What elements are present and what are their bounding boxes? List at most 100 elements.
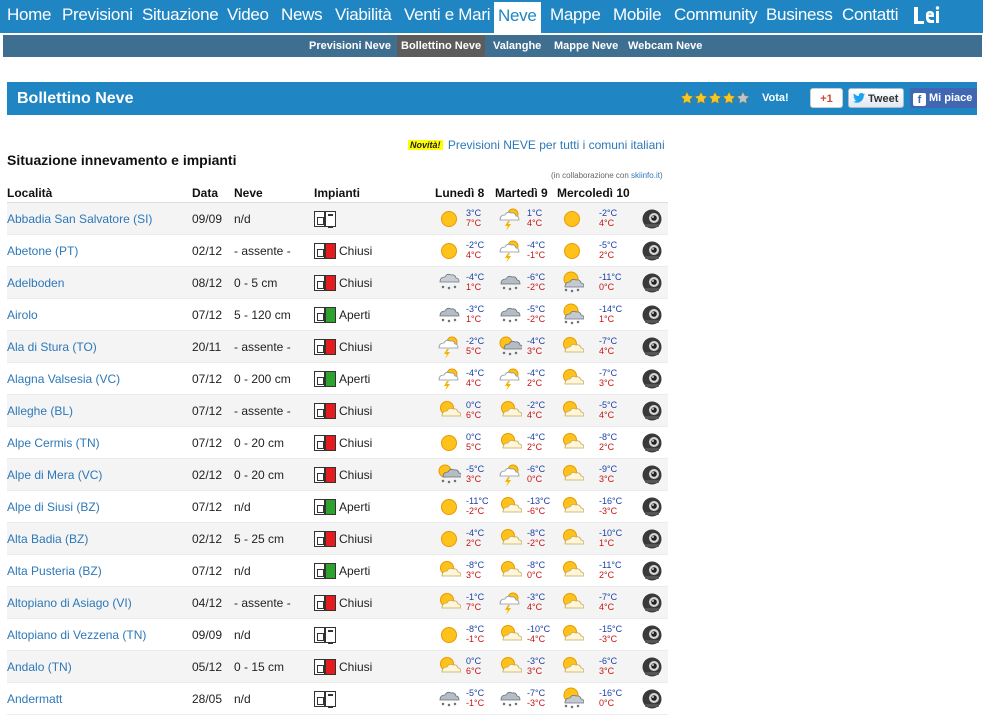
tweet-button[interactable]: Tweet	[848, 88, 904, 108]
resort-link[interactable]: Andalo (TN)	[7, 651, 72, 683]
temp-max: -1°C	[527, 250, 546, 260]
resort-link[interactable]: Altopiano di Vezzena (TN)	[7, 619, 146, 651]
webcam-icon[interactable]	[641, 240, 663, 262]
day-temperatures: -4°C 2°C	[527, 368, 545, 388]
day-temperatures: -5°C 3°C	[466, 464, 484, 484]
resort-link[interactable]: Alta Pusteria (BZ)	[7, 555, 102, 587]
snow-depth: 5 - 120 cm	[234, 308, 291, 322]
nav-item-community[interactable]: Community	[674, 0, 758, 33]
nav-item-news[interactable]: News	[281, 0, 323, 33]
webcam-icon[interactable]	[641, 304, 663, 326]
skiinfo-link[interactable]: skiinfo.it	[631, 171, 660, 180]
resort-table: Abbadia San Salvatore (SI) 09/09 n/d 3°C 7°C…	[7, 203, 668, 715]
day-temperatures: -8°C 3°C	[466, 560, 484, 580]
resort-link[interactable]: Ala di Stura (TO)	[7, 331, 97, 363]
rating-stars[interactable]	[680, 91, 750, 107]
lifts-status: Chiusi	[314, 235, 372, 267]
webcam-icon[interactable]	[641, 496, 663, 518]
star-filled-icon[interactable]	[708, 91, 722, 105]
table-row: Andermatt 28/05 n/d -5°C -1°C -7°C -3°C -16°C 0°…	[7, 683, 668, 715]
day-temperatures: -10°C 1°C	[599, 528, 622, 548]
subnav-item-valanghe[interactable]: Valanghe	[489, 35, 545, 57]
snow-depth: - assente -	[234, 404, 291, 418]
resort-link[interactable]: Airolo	[7, 299, 38, 331]
temp-max: 4°C	[527, 410, 543, 420]
weather-sun-icon	[564, 243, 580, 259]
temp-max: -3°C	[599, 506, 618, 516]
weather-suncloud-icon	[563, 337, 584, 353]
page-title: Bollettino Neve	[17, 90, 134, 107]
resort-link[interactable]: Alta Badia (BZ)	[7, 523, 88, 555]
webcam-icon[interactable]	[641, 272, 663, 294]
resort-link[interactable]: Abetone (PT)	[7, 235, 78, 267]
lifts-status-text: Chiusi	[339, 244, 373, 258]
subnav-item-bollettino-neve[interactable]: Bollettino Neve	[397, 35, 486, 57]
webcam-icon[interactable]	[641, 528, 663, 550]
temp-min: 0°C	[466, 400, 482, 410]
novita-link[interactable]: Novità! Previsioni NEVE per tutti i comu…	[408, 138, 665, 152]
status-unknown-icon	[325, 691, 336, 708]
facebook-like-button[interactable]: f Mi piace	[910, 88, 977, 108]
star-empty-icon[interactable]	[736, 91, 750, 105]
lifts-status	[314, 683, 339, 715]
webcam-icon[interactable]	[641, 368, 663, 390]
weather-suncloud-icon	[563, 657, 584, 673]
resort-link[interactable]: Alpe Cermis (TN)	[7, 427, 100, 459]
star-filled-icon[interactable]	[722, 91, 736, 105]
weather-suncloud-icon	[563, 401, 584, 417]
webcam-icon[interactable]	[641, 400, 663, 422]
webcam-icon[interactable]	[641, 560, 663, 582]
nav-item-business[interactable]: Business	[766, 0, 833, 33]
nav-item-previsioni[interactable]: Previsioni	[62, 0, 133, 33]
snow-depth: - assente -	[234, 340, 291, 354]
webcam-icon[interactable]	[641, 336, 663, 358]
table-row: Andalo (TN) 05/12 0 - 15 cm Chiusi 0°C 6°C -3°…	[7, 651, 668, 683]
weather-sun-icon	[564, 211, 580, 227]
google-plus-button[interactable]: +1	[810, 88, 843, 108]
webcam-icon[interactable]	[641, 688, 663, 710]
webcam-icon[interactable]	[641, 464, 663, 486]
table-row: Altopiano di Vezzena (TN) 09/09 n/d -8°C -1°…	[7, 619, 668, 651]
resort-link[interactable]: Adelboden	[7, 267, 64, 299]
nav-item-contatti[interactable]: Contatti	[842, 0, 898, 33]
temp-max: 3°C	[599, 474, 615, 484]
status-unknown-icon	[325, 627, 336, 644]
subnav-item-previsioni-neve[interactable]: Previsioni Neve	[305, 35, 395, 57]
webcam-icon[interactable]	[641, 624, 663, 646]
webcam-icon[interactable]	[641, 592, 663, 614]
brand-logo-icon[interactable]	[910, 4, 942, 26]
nav-item-neve[interactable]: Neve	[492, 0, 543, 33]
star-filled-icon[interactable]	[694, 91, 708, 105]
header-day3: Mercoledì 10	[557, 186, 630, 200]
vote-label[interactable]: Vota!	[762, 92, 789, 104]
webcam-icon[interactable]	[641, 432, 663, 454]
report-date: 07/12	[192, 308, 223, 322]
nav-item-video[interactable]: Video	[227, 0, 269, 33]
resort-link[interactable]: Alpe di Mera (VC)	[7, 459, 102, 491]
temp-max: 3°C	[466, 570, 482, 580]
nav-item-home[interactable]: Home	[7, 0, 51, 33]
subnav-item-webcam-neve[interactable]: Webcam Neve	[624, 35, 706, 57]
resort-link[interactable]: Alleghe (BL)	[7, 395, 73, 427]
resort-link[interactable]: Andermatt	[7, 683, 62, 715]
nav-item-situazione[interactable]: Situazione	[142, 0, 219, 33]
weather-snowcloud-icon	[439, 691, 460, 707]
resort-link[interactable]: Alpe di Siusi (BZ)	[7, 491, 100, 523]
header-localita: Località	[7, 186, 53, 200]
star-filled-icon[interactable]	[680, 91, 694, 105]
snow-forecast-link[interactable]: Previsioni NEVE per tutti i comuni itali…	[448, 138, 665, 152]
webcam-icon[interactable]	[641, 208, 663, 230]
webcam-icon[interactable]	[641, 656, 663, 678]
temp-min: 3°C	[466, 208, 482, 218]
nav-item-mappe[interactable]: Mappe	[550, 0, 601, 33]
subnav-item-mappe-neve[interactable]: Mappe Neve	[550, 35, 622, 57]
resort-link[interactable]: Abbadia San Salvatore (SI)	[7, 203, 152, 235]
nav-item-mobile[interactable]: Mobile	[613, 0, 662, 33]
nav-item-venti-e-mari[interactable]: Venti e Mari	[404, 0, 490, 33]
nav-item-viabilit-[interactable]: Viabilità	[335, 0, 392, 33]
day-temperatures: -8°C -2°C	[527, 528, 545, 548]
resort-link[interactable]: Altopiano di Asiago (VI)	[7, 587, 132, 619]
weather-suncloud-icon	[563, 593, 584, 609]
resort-link[interactable]: Alagna Valsesia (VC)	[7, 363, 120, 395]
day-temperatures: -14°C 1°C	[599, 304, 622, 324]
